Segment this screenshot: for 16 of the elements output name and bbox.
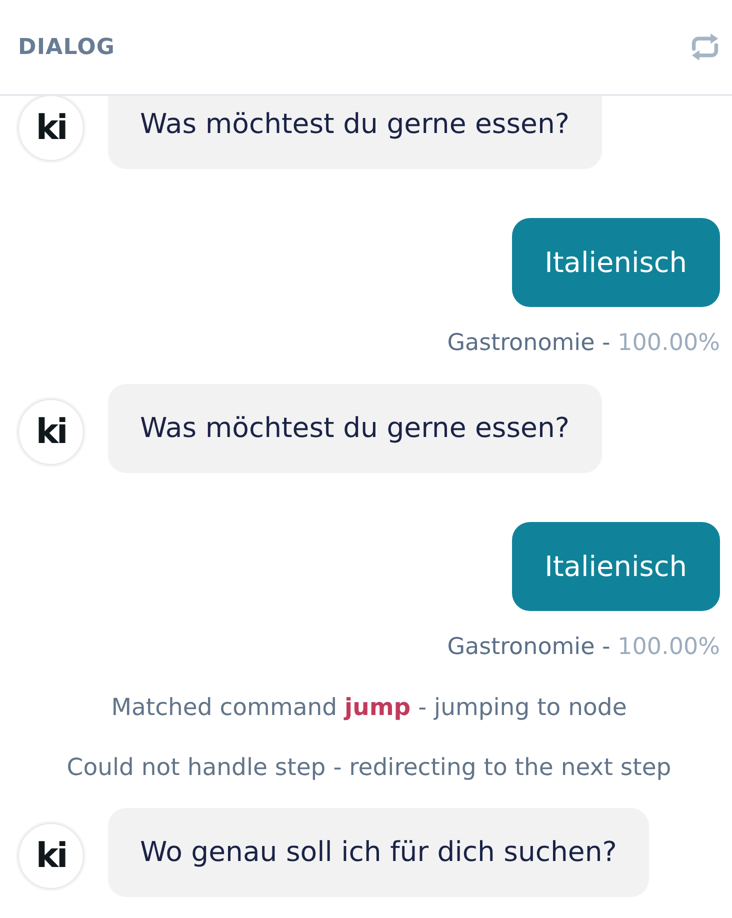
confidence-score: 100.00% bbox=[618, 330, 720, 356]
user-message: Italienisch bbox=[512, 218, 720, 307]
bot-avatar: ki bbox=[18, 96, 84, 160]
intent-label: Gastronomie - bbox=[447, 330, 610, 356]
bot-message: Wo genau soll ich für dich suchen? bbox=[108, 808, 649, 897]
confidence-score: 100.00% bbox=[618, 634, 720, 660]
bot-avatar: ki bbox=[18, 822, 84, 888]
bot-message: Was möchtest du gerne essen? bbox=[108, 96, 602, 169]
bot-message: Was möchtest du gerne essen? bbox=[108, 384, 602, 473]
intent-label: Gastronomie - bbox=[447, 634, 610, 660]
refresh-icon[interactable] bbox=[690, 33, 720, 61]
panel-title: DIALOG bbox=[18, 34, 116, 62]
system-note: Matched command jump - jumping to node bbox=[111, 693, 627, 721]
system-note: Could not handle step - redirecting to the next step bbox=[66, 753, 672, 781]
bot-avatar: ki bbox=[18, 398, 84, 464]
user-message: Italienisch bbox=[512, 522, 720, 611]
